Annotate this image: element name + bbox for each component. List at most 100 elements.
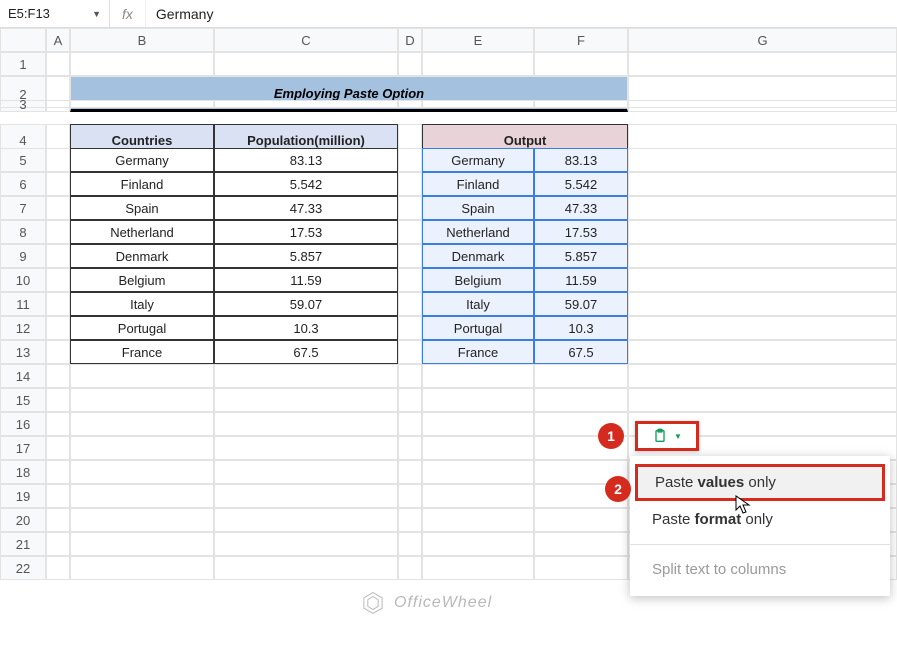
output-population[interactable]: 67.5 [534, 340, 628, 364]
col-header-B[interactable]: B [70, 28, 214, 52]
output-country[interactable]: Spain [422, 196, 534, 220]
cell[interactable] [422, 532, 534, 556]
cell[interactable] [398, 268, 422, 292]
output-country[interactable]: Italy [422, 292, 534, 316]
cell[interactable] [422, 100, 534, 108]
cell[interactable] [422, 436, 534, 460]
cell[interactable] [422, 412, 534, 436]
cell[interactable] [534, 508, 628, 532]
cell[interactable] [534, 52, 628, 76]
cell[interactable] [70, 508, 214, 532]
row-header-3[interactable]: 3 [0, 100, 46, 108]
row-header-8[interactable]: 8 [0, 220, 46, 244]
row-header-16[interactable]: 16 [0, 412, 46, 436]
cell-country[interactable]: Netherland [70, 220, 214, 244]
formula-input[interactable]: Germany [146, 0, 897, 27]
row-header-18[interactable]: 18 [0, 460, 46, 484]
menu-split-text-to-columns[interactable]: Split text to columns [630, 551, 890, 588]
row-header-12[interactable]: 12 [0, 316, 46, 340]
cell[interactable] [628, 220, 897, 244]
output-population[interactable]: 59.07 [534, 292, 628, 316]
cell-country[interactable]: Denmark [70, 244, 214, 268]
cell[interactable] [628, 364, 897, 388]
col-header-A[interactable]: A [46, 28, 70, 52]
cell[interactable] [70, 100, 214, 108]
cell-population[interactable]: 47.33 [214, 196, 398, 220]
cell[interactable] [628, 340, 897, 364]
cell[interactable] [422, 364, 534, 388]
cell[interactable] [46, 460, 70, 484]
output-country[interactable]: Finland [422, 172, 534, 196]
cell[interactable] [46, 148, 70, 172]
output-country[interactable]: Netherland [422, 220, 534, 244]
cell[interactable] [214, 436, 398, 460]
row-header-22[interactable]: 22 [0, 556, 46, 580]
cell[interactable] [628, 172, 897, 196]
cell[interactable] [398, 292, 422, 316]
cell[interactable] [398, 196, 422, 220]
cell[interactable] [46, 244, 70, 268]
cell[interactable] [214, 508, 398, 532]
cell[interactable] [398, 340, 422, 364]
cell[interactable] [422, 508, 534, 532]
cell[interactable] [214, 556, 398, 580]
cell[interactable] [46, 52, 70, 76]
cell[interactable] [398, 460, 422, 484]
select-all-corner[interactable] [0, 28, 46, 52]
cell[interactable] [534, 100, 628, 108]
cell-population[interactable]: 83.13 [214, 148, 398, 172]
cell[interactable] [628, 52, 897, 76]
cell[interactable] [70, 436, 214, 460]
cell-country[interactable]: Belgium [70, 268, 214, 292]
output-population[interactable]: 10.3 [534, 316, 628, 340]
output-population[interactable]: 5.542 [534, 172, 628, 196]
cell-population[interactable]: 10.3 [214, 316, 398, 340]
cell[interactable] [70, 460, 214, 484]
row-header-10[interactable]: 10 [0, 268, 46, 292]
cell-country[interactable]: France [70, 340, 214, 364]
cell[interactable] [70, 532, 214, 556]
cell[interactable] [46, 364, 70, 388]
cell-country[interactable]: Germany [70, 148, 214, 172]
cell[interactable] [46, 436, 70, 460]
output-population[interactable]: 47.33 [534, 196, 628, 220]
cell[interactable] [70, 412, 214, 436]
cell[interactable] [214, 364, 398, 388]
menu-paste-format-only[interactable]: Paste format only [630, 501, 890, 538]
menu-paste-values-only[interactable]: Paste values only [635, 464, 885, 501]
cell-population[interactable]: 5.542 [214, 172, 398, 196]
row-header-9[interactable]: 9 [0, 244, 46, 268]
cell[interactable] [422, 388, 534, 412]
output-country[interactable]: Denmark [422, 244, 534, 268]
cell[interactable] [46, 412, 70, 436]
cell[interactable] [398, 316, 422, 340]
row-header-21[interactable]: 21 [0, 532, 46, 556]
row-header-19[interactable]: 19 [0, 484, 46, 508]
cell[interactable] [214, 100, 398, 108]
row-header-13[interactable]: 13 [0, 340, 46, 364]
cell[interactable] [46, 532, 70, 556]
output-country[interactable]: Portugal [422, 316, 534, 340]
row-header-11[interactable]: 11 [0, 292, 46, 316]
cell[interactable] [214, 388, 398, 412]
col-header-E[interactable]: E [422, 28, 534, 52]
cell[interactable] [534, 532, 628, 556]
cell[interactable] [534, 364, 628, 388]
cell[interactable] [398, 244, 422, 268]
cell[interactable] [46, 340, 70, 364]
row-header-20[interactable]: 20 [0, 508, 46, 532]
cell[interactable] [70, 484, 214, 508]
cell[interactable] [70, 388, 214, 412]
cell[interactable] [398, 412, 422, 436]
output-country[interactable]: France [422, 340, 534, 364]
col-header-D[interactable]: D [398, 28, 422, 52]
cell[interactable] [534, 556, 628, 580]
cell[interactable] [70, 364, 214, 388]
row-header-5[interactable]: 5 [0, 148, 46, 172]
cell[interactable] [46, 484, 70, 508]
row-header-14[interactable]: 14 [0, 364, 46, 388]
cell[interactable] [628, 244, 897, 268]
cell[interactable] [422, 484, 534, 508]
row-header-1[interactable]: 1 [0, 52, 46, 76]
cell-population[interactable]: 11.59 [214, 268, 398, 292]
